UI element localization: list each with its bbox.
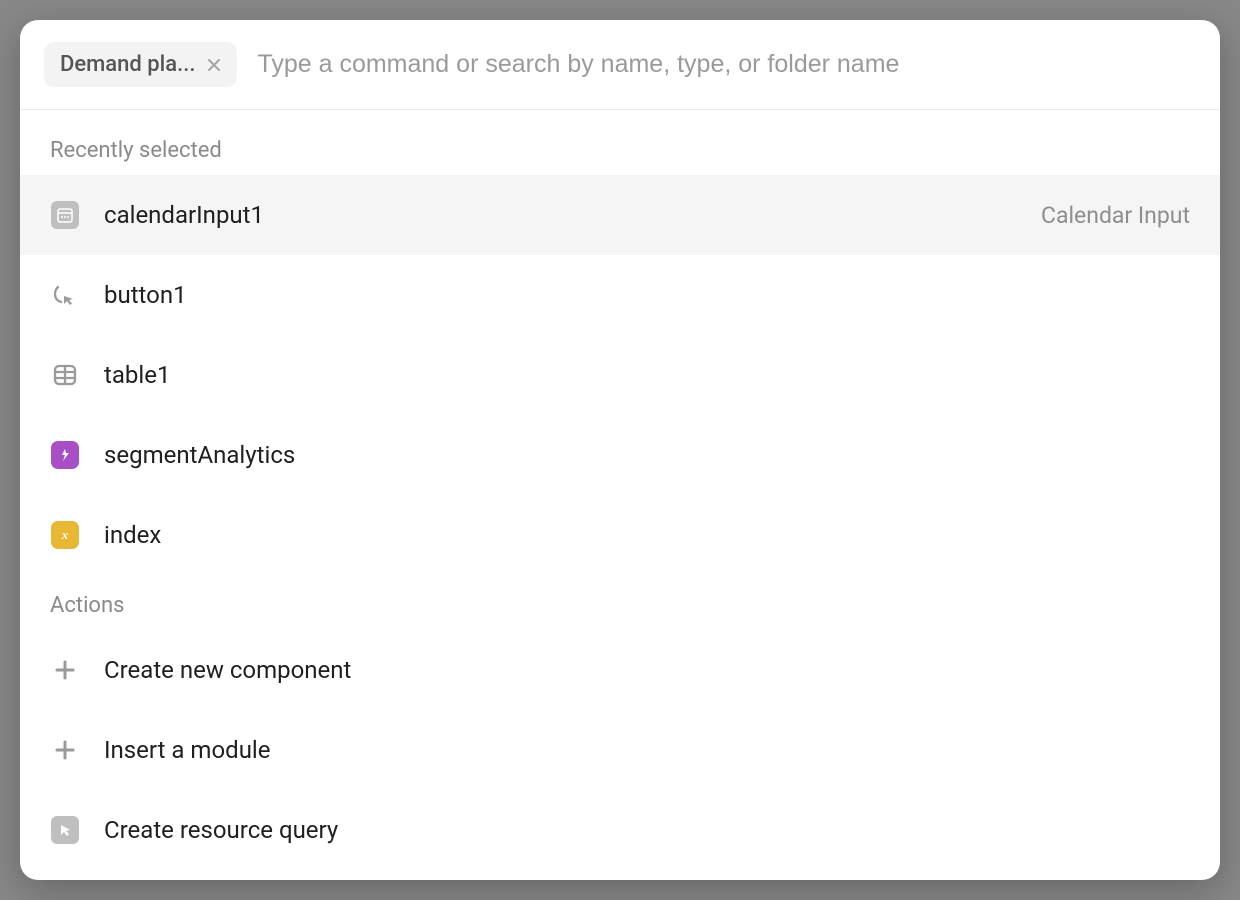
plus-icon	[50, 655, 80, 685]
calendar-icon	[50, 200, 80, 230]
item-label: table1	[104, 361, 1190, 389]
context-chip[interactable]: Demand pla...	[44, 42, 237, 87]
item-meta: Calendar Input	[1041, 202, 1190, 229]
item-label: index	[104, 521, 1190, 549]
item-label: Create resource query	[104, 816, 1190, 844]
item-label: button1	[104, 281, 1190, 309]
svg-text:x: x	[61, 527, 69, 542]
item-label: Create new component	[104, 656, 1190, 684]
variable-icon: x	[50, 520, 80, 550]
resource-icon	[50, 815, 80, 845]
action-insert-module[interactable]: Insert a module	[20, 710, 1220, 790]
cursor-icon	[50, 280, 80, 310]
palette-header: Demand pla...	[20, 20, 1220, 110]
action-create-component[interactable]: Create new component	[20, 630, 1220, 710]
table-icon	[50, 360, 80, 390]
recent-item-table1[interactable]: table1	[20, 335, 1220, 415]
plus-icon	[50, 735, 80, 765]
command-palette: Demand pla... Recently selected calendar…	[20, 20, 1220, 880]
context-chip-label: Demand pla...	[60, 52, 195, 77]
close-icon[interactable]	[205, 56, 223, 74]
search-input[interactable]	[257, 50, 1192, 79]
palette-body: Recently selected calendarInput1 Calenda…	[20, 110, 1220, 880]
recent-item-calendarInput1[interactable]: calendarInput1 Calendar Input	[20, 175, 1220, 255]
item-label: Insert a module	[104, 736, 1190, 764]
recent-item-index[interactable]: x index	[20, 495, 1220, 575]
recent-item-segmentAnalytics[interactable]: segmentAnalytics	[20, 415, 1220, 495]
item-label: segmentAnalytics	[104, 441, 1190, 469]
section-recently-selected-title: Recently selected	[20, 120, 1220, 175]
segment-icon	[50, 440, 80, 470]
section-actions-title: Actions	[20, 575, 1220, 630]
recent-item-button1[interactable]: button1	[20, 255, 1220, 335]
action-create-resource-query[interactable]: Create resource query	[20, 790, 1220, 870]
item-label: calendarInput1	[104, 201, 1017, 229]
